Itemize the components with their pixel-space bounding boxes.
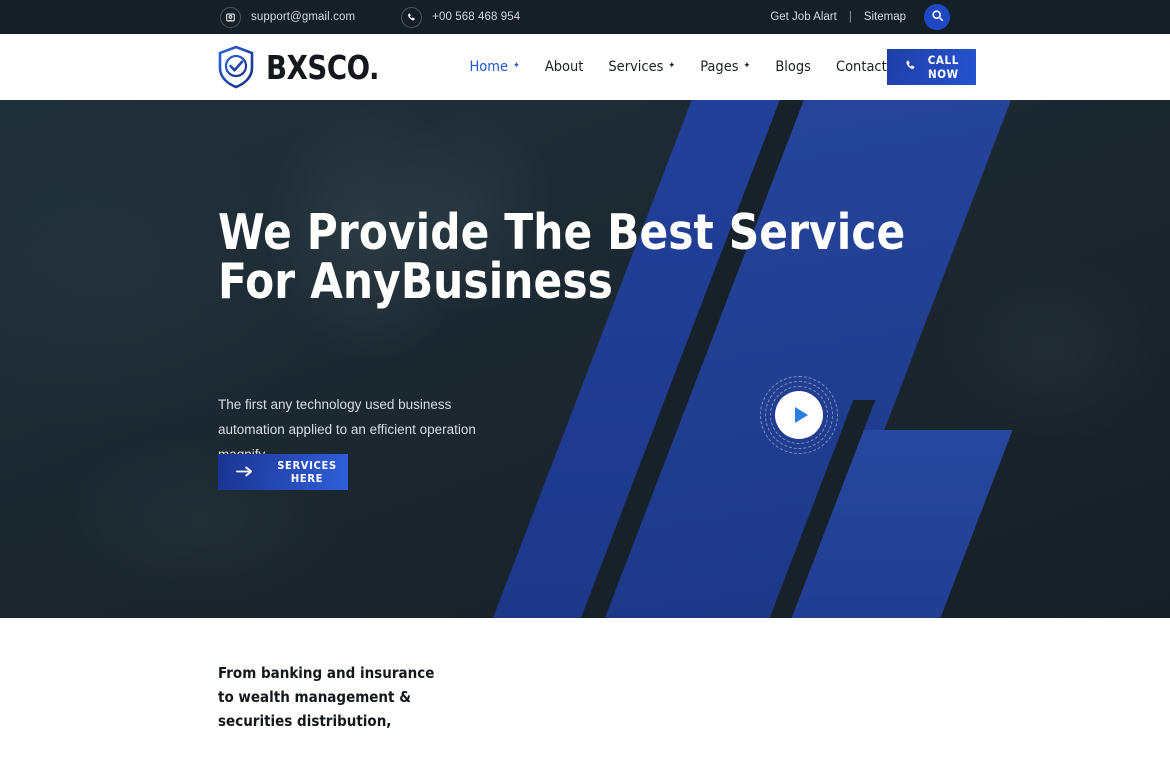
chevron-down-icon: ✦ xyxy=(668,60,676,71)
nav-label: About xyxy=(544,59,584,75)
nav-label: Services xyxy=(608,59,664,75)
services-here-button[interactable]: SERVICES HERE xyxy=(218,454,348,490)
nav-label: Pages xyxy=(700,59,739,75)
nav-item-blogs[interactable]: Blogs xyxy=(775,59,811,75)
hero-title: We Provide The Best Service For AnyBusin… xyxy=(218,204,906,310)
bottom-inner: From banking and insurance to wealth man… xyxy=(215,618,955,780)
nav-label: Contact xyxy=(835,59,887,75)
main-navigation: Home ✦ About Services ✦ Pages ✦ Blogs Co… xyxy=(469,59,886,75)
chevron-down-icon: ✦ xyxy=(513,60,520,71)
hero-section: We Provide The Best Service For AnyBusin… xyxy=(0,100,1170,618)
nav-item-pages[interactable]: Pages ✦ xyxy=(700,59,750,75)
bottom-tagline: From banking and insurance to wealth man… xyxy=(218,664,435,730)
nav-item-services[interactable]: Services ✦ xyxy=(608,59,675,75)
arrow-right-icon xyxy=(236,465,252,480)
topbar-email-text: support@gmail.com xyxy=(251,11,356,23)
topbar-separator: | xyxy=(848,11,852,23)
hero-content: We Provide The Best Service For AnyBusin… xyxy=(215,100,955,618)
header-inner: BXSCO. Home ✦ About Services ✦ Pages ✦ B… xyxy=(215,34,976,100)
nav-label: Home xyxy=(469,59,509,75)
get-job-alert-link[interactable]: Get Job Alart xyxy=(770,11,836,23)
topbar-phone-text: +00 568 468 954 xyxy=(432,11,521,23)
nav-item-home[interactable]: Home ✦ xyxy=(469,59,519,75)
search-icon xyxy=(931,9,944,25)
site-header: BXSCO. Home ✦ About Services ✦ Pages ✦ B… xyxy=(0,34,1170,100)
nav-item-contact[interactable]: Contact xyxy=(836,59,887,75)
chevron-down-icon: ✦ xyxy=(743,60,751,71)
sitemap-link[interactable]: Sitemap xyxy=(864,11,906,23)
call-now-button[interactable]: CALL NOW xyxy=(886,49,976,85)
logo[interactable]: BXSCO. xyxy=(215,44,387,90)
top-bar-inner: support@gmail.com +00 568 468 954 Get Jo… xyxy=(220,0,950,34)
top-bar: support@gmail.com +00 568 468 954 Get Jo… xyxy=(0,0,1170,34)
topbar-right-links: Get Job Alart | Sitemap xyxy=(770,4,950,30)
phone-icon xyxy=(401,6,423,28)
envelope-icon xyxy=(220,6,241,28)
shield-check-icon xyxy=(215,44,257,90)
call-now-label: CALL NOW xyxy=(927,53,959,81)
nav-label: Blogs xyxy=(775,59,811,75)
services-here-label: SERVICES HERE xyxy=(277,459,337,485)
topbar-phone[interactable]: +00 568 468 954 xyxy=(401,6,521,28)
bottom-section: From banking and insurance to wealth man… xyxy=(0,618,1170,780)
logo-text: BXSCO. xyxy=(266,47,379,87)
search-button[interactable] xyxy=(924,4,950,30)
phone-icon xyxy=(904,59,917,75)
topbar-email[interactable]: support@gmail.com xyxy=(220,6,356,28)
nav-item-about[interactable]: About xyxy=(545,59,584,75)
